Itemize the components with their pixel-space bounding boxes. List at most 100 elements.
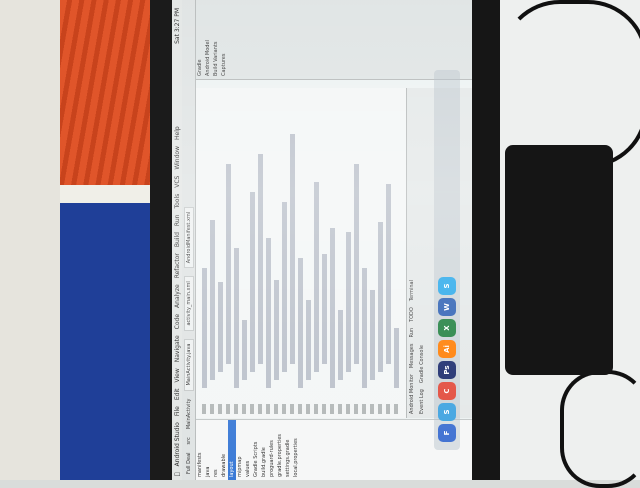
- line-number: [210, 404, 214, 414]
- menu-item[interactable]: VCS: [174, 176, 181, 188]
- dock: F S C Ps Ai X W S: [434, 70, 460, 450]
- menu-item[interactable]: Android Studio: [174, 422, 181, 466]
- editor-tab[interactable]: activity_main.xml: [183, 276, 194, 331]
- code-line: [226, 164, 231, 364]
- sidebar-item[interactable]: gradle.properties: [276, 420, 284, 480]
- status-item[interactable]: Event Log: [419, 389, 425, 414]
- toolbar: Full Deal src MainActivity MainActivity.…: [182, 0, 196, 480]
- status-item[interactable]: Gradle Console: [419, 345, 425, 383]
- line-number: [282, 404, 286, 414]
- monitor-bezel: [472, 0, 500, 480]
- line-number: [330, 404, 334, 414]
- sidebar-item[interactable]: build.gradle: [260, 420, 268, 480]
- code-line: [386, 184, 391, 364]
- breadcrumb[interactable]: Full Deal: [186, 452, 192, 474]
- dock-app-icon[interactable]: C: [438, 382, 456, 400]
- line-number: [266, 404, 270, 414]
- panel-item[interactable]: Android Model: [204, 0, 212, 79]
- tool-tab[interactable]: Messages: [409, 344, 415, 369]
- editor-tab[interactable]: AndroidManifest.xml: [183, 206, 194, 269]
- panel-item[interactable]: Captures: [220, 0, 228, 79]
- code-line: [298, 258, 303, 388]
- code-line: [354, 164, 359, 364]
- sidebar-item[interactable]: manifests: [196, 420, 204, 480]
- code-editor[interactable]: [196, 88, 406, 418]
- sidebar-item[interactable]: res: [212, 420, 220, 480]
- code-line: [282, 202, 287, 372]
- tool-tab[interactable]: Terminal: [409, 280, 415, 301]
- line-number: [370, 404, 374, 414]
- line-number: [314, 404, 318, 414]
- menu-item[interactable]: Refactor: [174, 253, 181, 278]
- dock-app-icon[interactable]: Ps: [438, 361, 456, 379]
- code-line: [250, 192, 255, 372]
- line-number: [322, 404, 326, 414]
- tool-tab[interactable]: Android Monitor: [409, 374, 415, 414]
- dock-app-icon[interactable]: S: [438, 277, 456, 295]
- code-line: [306, 300, 311, 380]
- monitor-screen:  Android Studio File Edit View Navigate…: [172, 0, 472, 480]
- line-number: [226, 404, 230, 414]
- dock-app-icon[interactable]: S: [438, 403, 456, 421]
- menu-item[interactable]: Navigate: [174, 335, 181, 362]
- tool-tab[interactable]: TODO: [409, 307, 415, 322]
- tablet: [505, 145, 613, 375]
- cable: [560, 370, 640, 488]
- line-number: [298, 404, 302, 414]
- sidebar-item[interactable]: proguard-rules: [268, 420, 276, 480]
- menu-clock[interactable]: Sat 3:27 PM: [174, 0, 181, 44]
- line-number: [234, 404, 238, 414]
- sidebar-item[interactable]: settings.gradle: [284, 420, 292, 480]
- sidebar-item[interactable]: local.properties: [292, 420, 300, 480]
- monitor-bezel: [150, 0, 174, 480]
- code-line: [210, 220, 215, 380]
- dock-app-icon[interactable]: Ai: [438, 340, 456, 358]
- line-number: [306, 404, 310, 414]
- editor-tab[interactable]: MainActivity.java: [183, 338, 194, 391]
- right-panel: Gradle Android Model Build Variants Capt…: [196, 0, 472, 80]
- dock-app-icon[interactable]: X: [438, 319, 456, 337]
- dock-app-icon[interactable]: W: [438, 298, 456, 316]
- cable: [500, 0, 640, 168]
- line-number: [258, 404, 262, 414]
- panel-item[interactable]: Gradle: [196, 0, 204, 79]
- poster-blue: [60, 203, 152, 480]
- sidebar-item[interactable]: drawable: [220, 420, 228, 480]
- sidebar-item[interactable]: values: [244, 420, 252, 480]
- menu-item[interactable]: Run: [174, 215, 181, 227]
- panel-item[interactable]: Build Variants: [212, 0, 220, 79]
- menu-item[interactable]: Help: [174, 126, 181, 140]
- line-number: [202, 404, 206, 414]
- sidebar-item-selected[interactable]: layout: [228, 420, 236, 480]
- menu-item[interactable]: Analyze: [174, 284, 181, 308]
- code-line: [338, 310, 343, 380]
- desktop:  Android Studio File Edit View Navigate…: [172, 0, 472, 480]
- line-number: [354, 404, 358, 414]
- line-number: [338, 404, 342, 414]
- menu-item[interactable]: Build: [174, 232, 181, 247]
- code-line: [394, 328, 399, 388]
- apple-icon[interactable]: : [174, 472, 181, 476]
- menu-item[interactable]: Code: [174, 314, 181, 329]
- sidebar-item[interactable]: Gradle Scripts: [252, 420, 260, 480]
- line-number: [378, 404, 382, 414]
- menu-item[interactable]: Window: [174, 146, 181, 170]
- sidebar-item[interactable]: java: [204, 420, 212, 480]
- code-line: [274, 280, 279, 380]
- menu-item[interactable]: File: [174, 406, 181, 416]
- breadcrumb[interactable]: MainActivity: [186, 399, 192, 430]
- menu-item[interactable]: Tools: [174, 194, 181, 209]
- breadcrumb[interactable]: src: [186, 437, 192, 444]
- menu-item[interactable]: Edit: [174, 389, 181, 401]
- menu-item[interactable]: View: [174, 368, 181, 382]
- code-line: [378, 222, 383, 372]
- code-line: [266, 238, 271, 388]
- tool-tab[interactable]: Run: [409, 328, 415, 338]
- sidebar-item[interactable]: mipmap: [236, 420, 244, 480]
- line-number: [218, 404, 222, 414]
- code-line: [202, 268, 207, 388]
- code-line: [218, 282, 223, 372]
- code-line: [362, 268, 367, 388]
- dock-app-icon[interactable]: F: [438, 424, 456, 442]
- line-number: [362, 404, 366, 414]
